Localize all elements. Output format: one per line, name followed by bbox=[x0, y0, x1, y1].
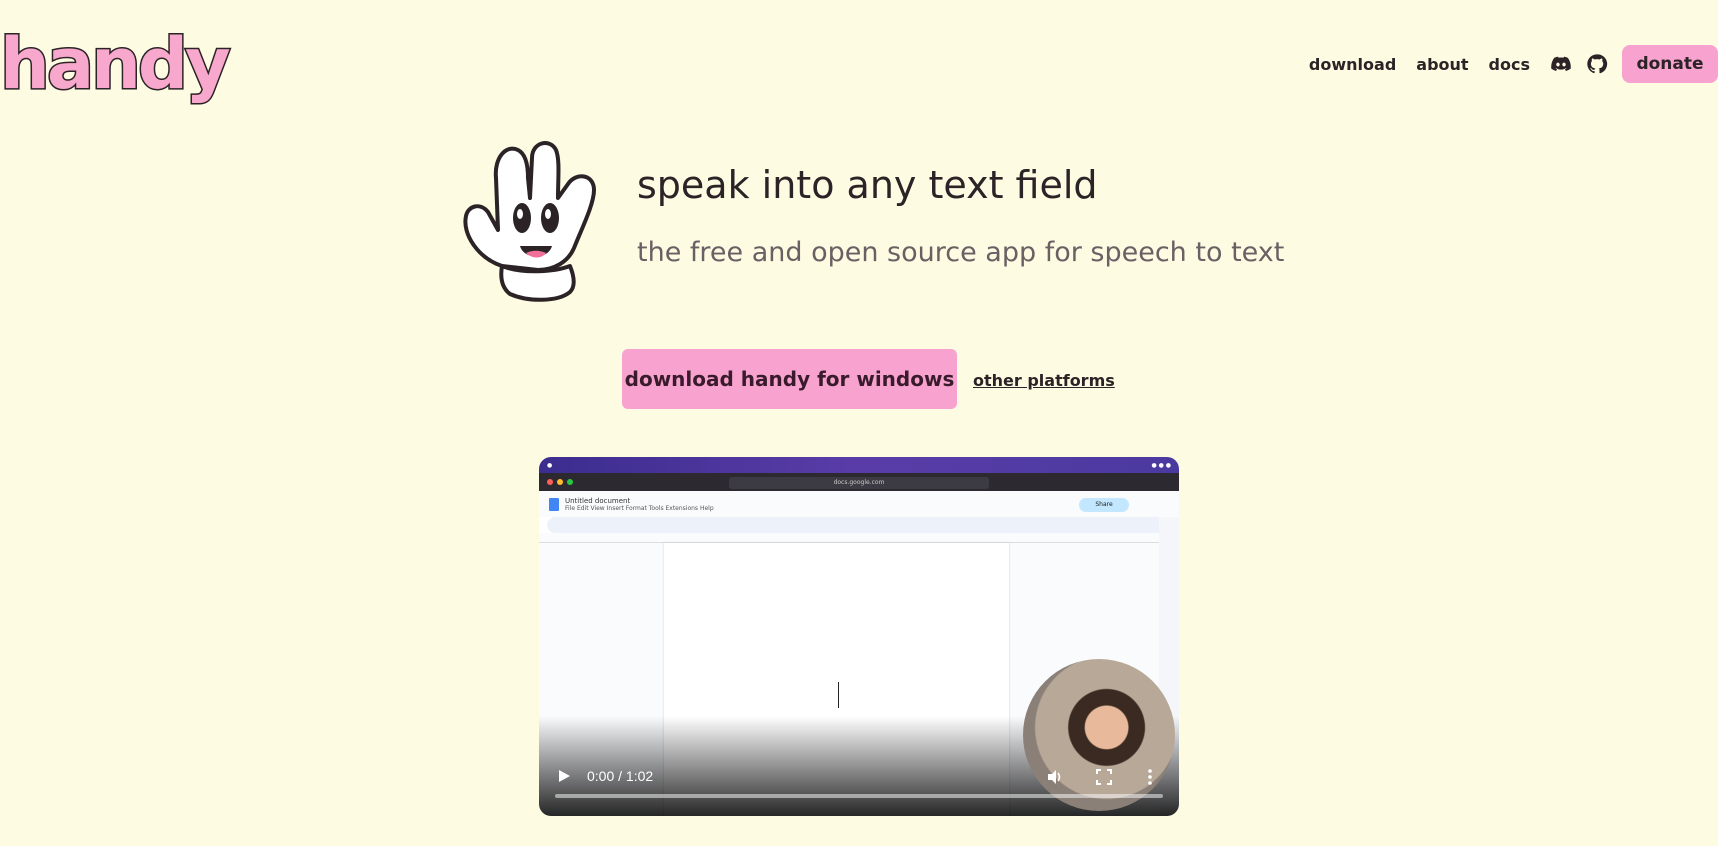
video-controls: 0:00 / 1:02 bbox=[539, 756, 1179, 816]
donate-button[interactable]: donate bbox=[1622, 45, 1718, 83]
text-caret bbox=[838, 682, 839, 708]
nav-docs-link[interactable]: docs bbox=[1489, 55, 1530, 74]
subheadline: the free and open source app for speech … bbox=[637, 237, 1285, 268]
doc-title: Untitled document bbox=[565, 496, 631, 505]
headline: speak into any text field bbox=[637, 163, 1098, 207]
discord-icon[interactable] bbox=[1550, 53, 1572, 75]
apple-icon: ● bbox=[547, 461, 553, 469]
video-frame-mac-menubar: ● ● ● ● bbox=[539, 457, 1179, 473]
docs-icon bbox=[549, 497, 559, 511]
other-platforms-link[interactable]: other platforms bbox=[973, 371, 1115, 390]
video-time: 0:00 / 1:02 bbox=[587, 768, 654, 784]
demo-video[interactable]: ● ● ● ● docs.google.com Untitled documen… bbox=[539, 457, 1179, 816]
doc-menu: File Edit View Insert Format Tools Exten… bbox=[565, 504, 714, 512]
share-button: Share bbox=[1079, 498, 1129, 512]
maximize-dot-icon bbox=[567, 479, 573, 485]
top-nav: download about docs donate bbox=[1309, 45, 1718, 83]
volume-icon[interactable] bbox=[1046, 768, 1064, 786]
minimize-dot-icon bbox=[557, 479, 563, 485]
status-icons: ● ● ● bbox=[1151, 461, 1171, 469]
video-frame-url: docs.google.com bbox=[729, 477, 989, 489]
play-icon[interactable] bbox=[557, 769, 571, 783]
docs-toolbar bbox=[547, 517, 1171, 533]
more-options-icon[interactable] bbox=[1141, 768, 1159, 786]
download-windows-button[interactable]: download handy for windows bbox=[622, 349, 957, 409]
hand-mascot-icon bbox=[463, 141, 596, 302]
fullscreen-icon[interactable] bbox=[1095, 768, 1113, 786]
docs-ruler bbox=[539, 533, 1179, 543]
logo[interactable]: handy bbox=[0, 23, 232, 106]
video-progress-bar[interactable] bbox=[555, 794, 1163, 798]
github-icon[interactable] bbox=[1586, 53, 1608, 75]
close-dot-icon bbox=[547, 479, 553, 485]
nav-download-link[interactable]: download bbox=[1309, 55, 1396, 74]
nav-about-link[interactable]: about bbox=[1416, 55, 1468, 74]
